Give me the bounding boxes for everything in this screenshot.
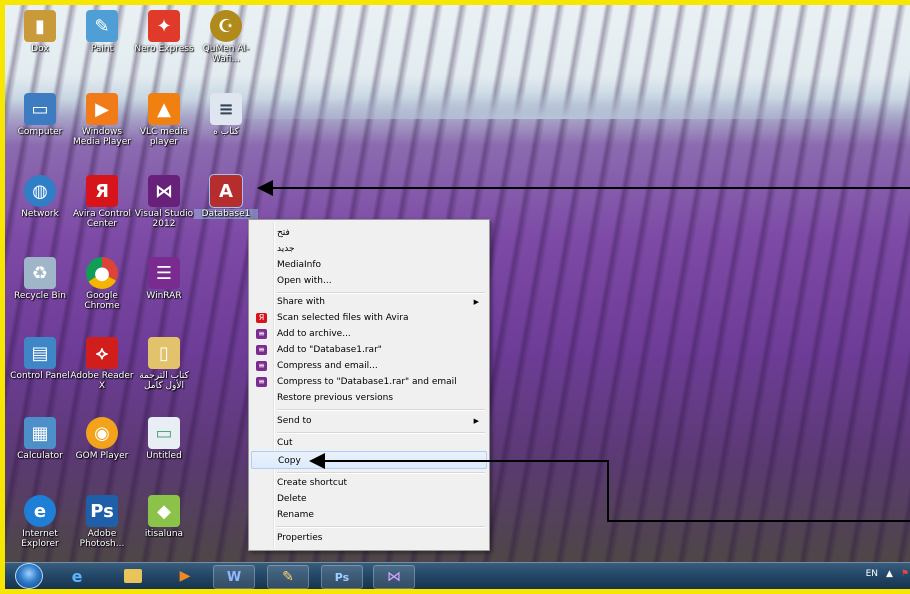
taskbar-media-player[interactable]: ▶ [165, 565, 205, 587]
word-icon: W [226, 569, 242, 585]
taskbar-internet-explorer[interactable]: e [57, 565, 97, 587]
taskbar-explorer[interactable] [113, 565, 153, 587]
internet-explorer-icon: e [71, 566, 83, 586]
media-player-icon: ▶ [179, 568, 191, 584]
taskbar-paint[interactable]: ✎ [267, 565, 309, 589]
explorer-folder-icon [124, 569, 142, 583]
taskbar: e ▶ W ✎ Ps ⋈ EN ▲ ⚑ [5, 562, 910, 589]
arrow-to-copy [309, 453, 910, 522]
action-center-flag-icon[interactable]: ⚑ [901, 569, 909, 579]
taskbar-photoshop[interactable]: Ps [321, 565, 363, 589]
paint-icon: ✎ [282, 569, 294, 585]
annotation-arrows [257, 180, 910, 522]
language-indicator[interactable]: EN [866, 569, 878, 579]
taskbar-word[interactable]: W [213, 565, 255, 589]
show-hidden-icons-button[interactable]: ▲ [886, 569, 893, 579]
desktop: ▮ Dox ✎ Paint ✦ Nero Express ☪ QuMen Al-… [0, 0, 910, 594]
system-tray: EN ▲ ⚑ [866, 569, 909, 579]
taskbar-visual-studio[interactable]: ⋈ [373, 565, 415, 589]
visual-studio-icon: ⋈ [387, 569, 401, 585]
start-button[interactable] [15, 563, 43, 589]
photoshop-icon: Ps [334, 570, 350, 584]
